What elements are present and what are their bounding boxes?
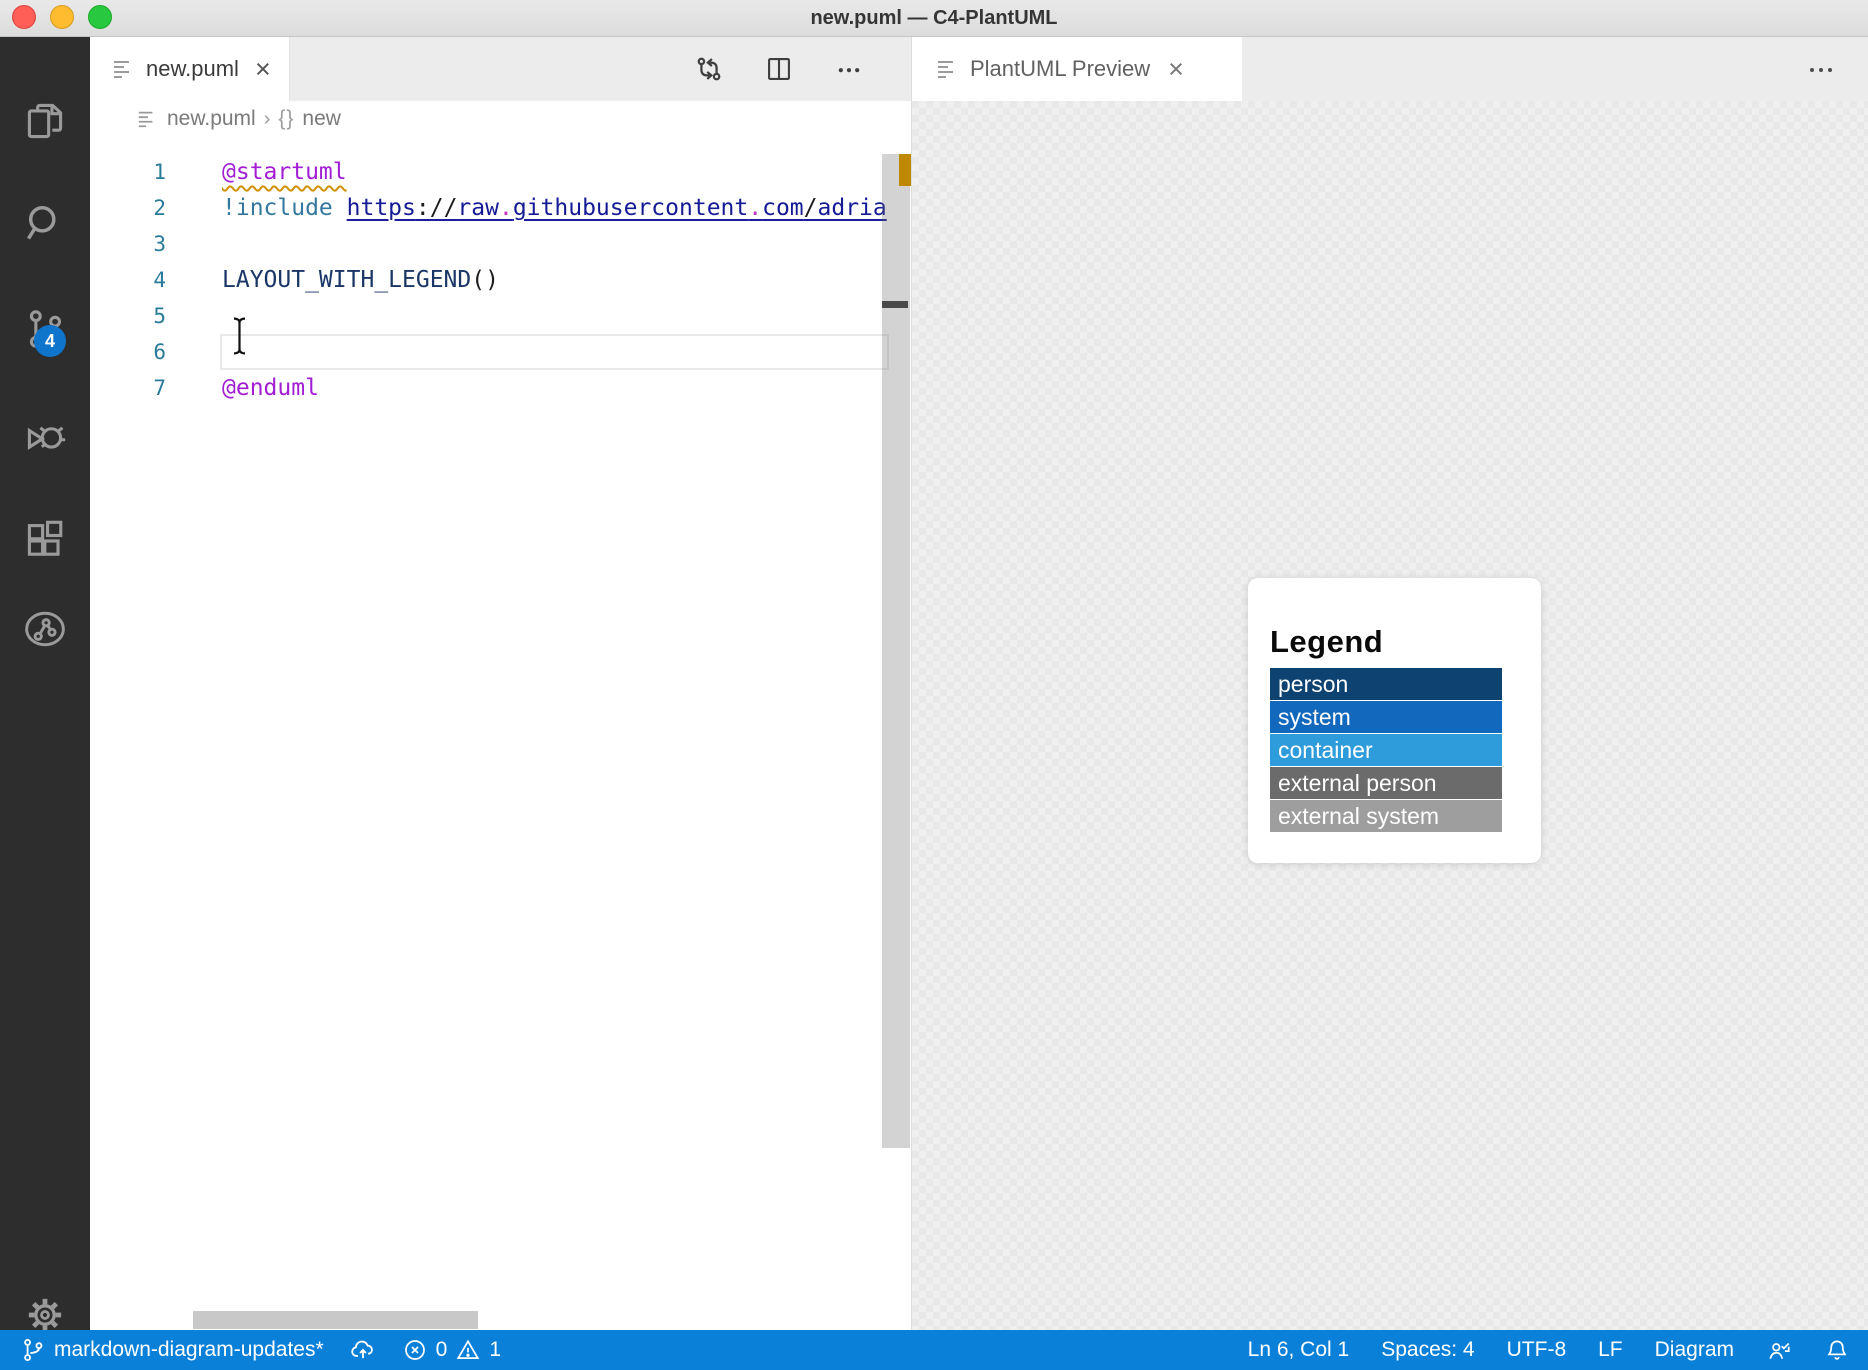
code-line: 1 @startuml (90, 154, 911, 190)
line-number: 6 (153, 340, 166, 364)
line-number: 5 (153, 304, 166, 328)
activity-bar: 4 (0, 37, 90, 1332)
token-enduml: @enduml (222, 375, 319, 401)
legend-entries: person system container external person exte… (1270, 668, 1541, 832)
legend-row: person (1270, 668, 1502, 700)
breadcrumb-file-icon (137, 109, 157, 129)
errors-count: 0 (435, 1338, 448, 1361)
vscode-window: new.puml — C4-PlantUML 4 new.puml × new.… (0, 0, 1868, 1370)
preview-tab-label: PlantUML Preview (970, 56, 1151, 81)
publish-status[interactable] (350, 1337, 376, 1363)
breadcrumb-symbol-kind: {} (278, 107, 295, 130)
close-preview-icon[interactable]: × (1168, 54, 1184, 85)
overview-cursor-marker (882, 301, 908, 308)
status-bar: markdown-diagram-updates* 0 1 Ln 6, Col … (0, 1330, 1868, 1370)
git-branch-icon (20, 1337, 46, 1363)
editor-tab-bar: new.puml × (90, 37, 911, 101)
cloud-upload-icon (350, 1337, 376, 1363)
breadcrumb: new.puml › {} new (90, 101, 911, 137)
code-line: 4 LAYOUT_WITH_LEGEND() (90, 262, 911, 298)
legend-row: system (1270, 701, 1502, 733)
more-actions-icon[interactable] (835, 55, 863, 83)
horizontal-scrollbar[interactable] (193, 1311, 478, 1329)
puml-file-icon (112, 58, 134, 80)
extensions-icon[interactable] (23, 519, 67, 563)
breadcrumb-file[interactable]: new.puml (167, 107, 256, 131)
warnings-count: 1 (489, 1338, 502, 1361)
branch-status[interactable]: markdown-diagram-updates* (20, 1337, 324, 1363)
preview-file-icon (936, 58, 958, 80)
overview-warning-marker (899, 154, 911, 186)
line-number: 3 (153, 232, 166, 256)
breadcrumb-symbol[interactable]: new (302, 107, 341, 131)
branch-name: markdown-diagram-updates* (54, 1338, 324, 1361)
text-cursor-pointer (231, 316, 248, 356)
window-title: new.puml — C4-PlantUML (810, 7, 1058, 29)
token-include: !include (222, 195, 347, 221)
plantuml-preview-panel: PlantUML Preview × Legend person system co… (912, 37, 1868, 1330)
preview-canvas: Legend person system container external per… (912, 101, 1868, 1330)
tab-plantuml-preview[interactable]: PlantUML Preview × (912, 37, 1242, 101)
problems-status[interactable]: 0 1 (402, 1337, 501, 1363)
open-changes-icon[interactable] (695, 55, 723, 83)
errors-icon (402, 1337, 428, 1363)
circle-branch-icon[interactable] (23, 607, 67, 651)
eol-status[interactable]: LF (1598, 1338, 1623, 1362)
encoding-status[interactable]: UTF-8 (1507, 1338, 1567, 1362)
preview-more-actions-icon[interactable] (1808, 63, 1834, 77)
tab-new-puml[interactable]: new.puml × (90, 37, 290, 101)
code-line: 3 (90, 226, 911, 262)
close-tab-icon[interactable]: × (255, 56, 271, 83)
line-number: 7 (153, 376, 166, 400)
code-line: 5 (90, 298, 911, 334)
search-icon[interactable] (23, 201, 67, 245)
language-mode-status[interactable]: Diagram (1655, 1338, 1734, 1362)
code-line: 2 !include https://raw.githubusercontent… (90, 190, 911, 226)
source-control-badge: 4 (34, 325, 66, 357)
legend-title: Legend (1270, 624, 1384, 659)
legend-row: container (1270, 734, 1502, 766)
run-debug-icon[interactable] (23, 415, 67, 459)
tab-label: new.puml (146, 56, 239, 81)
explorer-icon[interactable] (23, 99, 67, 143)
code-line: 7 @enduml (90, 370, 911, 406)
line-number: 1 (153, 160, 166, 184)
token-layout-macro: LAYOUT_WITH_LEGEND (222, 267, 472, 293)
line-number: 2 (153, 196, 166, 220)
cursor-position-status[interactable]: Ln 6, Col 1 (1248, 1338, 1350, 1362)
indentation-status[interactable]: Spaces: 4 (1381, 1338, 1474, 1362)
code-line: 6 (90, 334, 911, 370)
legend-row: external system (1270, 800, 1502, 832)
line-number: 4 (153, 268, 166, 292)
code-editor[interactable]: 1 @startuml 2 !include https://raw.githu… (90, 137, 911, 1330)
warnings-icon (455, 1337, 481, 1363)
legend-card: Legend person system container external per… (1248, 578, 1541, 863)
legend-row: external person (1270, 767, 1502, 799)
include-url-link[interactable]: https://raw.githubusercontent.com/adria (347, 195, 887, 221)
feedback-icon[interactable] (1766, 1337, 1792, 1363)
title-bar: new.puml — C4-PlantUML (0, 0, 1868, 37)
preview-tab-bar: PlantUML Preview × (912, 37, 1868, 101)
token-startuml: @startuml (222, 159, 347, 185)
editor-group: new.puml × new.puml › {} new 1 @startuml… (90, 37, 912, 1330)
breadcrumb-separator: › (263, 107, 271, 130)
notifications-bell-icon[interactable] (1824, 1337, 1850, 1363)
split-editor-icon[interactable] (765, 55, 793, 83)
